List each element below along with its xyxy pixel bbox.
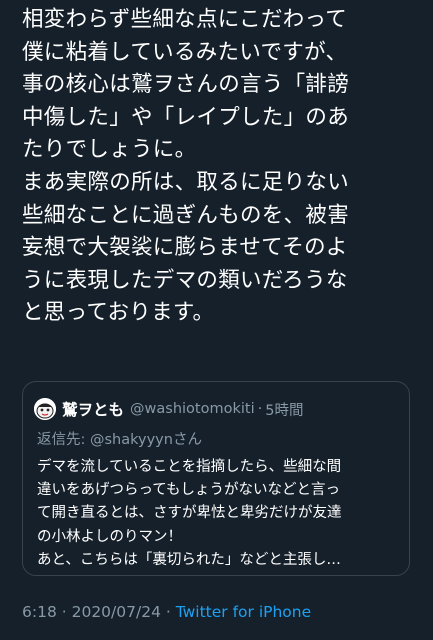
- tweet-text-line: まあ実際の所は、取るに足りない: [22, 169, 350, 195]
- separator-dot: ·: [56, 603, 72, 621]
- tweet-date[interactable]: 2020/07/24: [72, 603, 161, 621]
- quoted-author-handle: @washiotomokiti: [130, 401, 255, 417]
- tweet-text-line: 相変わらず些細な点にこだわって: [22, 7, 348, 32]
- tweet-text-line: 些細なことに過ぎんものを、被害: [22, 202, 350, 228]
- quoted-tweet-header: 鷲ヲとも @washiotomokiti · 5時間: [34, 396, 303, 422]
- tweet-text-line: 僕に粘着しているみたいですが、: [22, 39, 348, 65]
- tweet-text-line: 妄想で大袈裟に膨らませてそのよ: [22, 235, 348, 261]
- tweet-text-line: 事の核心は鷲ヲさんの言う「誹謗: [22, 72, 350, 98]
- quoted-text-line: あと、こちらは「裏切られた」などと主張し…: [37, 551, 341, 568]
- reply-to-mention[interactable]: @shakyyynさん: [90, 432, 202, 448]
- quoted-text-line: 違いをあげつらってもしょうがないなどと言っ: [37, 482, 341, 499]
- tweet-text-line: と思っております。: [22, 300, 215, 326]
- quoted-tweet-text: デマを流していることを指摘したら、些細な間 違いをあげつらってもしょうがないなど…: [37, 456, 405, 572]
- quoted-tweet-time: 5時間: [265, 402, 304, 419]
- tweet-text: 相変わらず些細な点にこだわって 僕に粘着しているみたいですが、 事の核心は鷲ヲさ…: [22, 4, 422, 330]
- quoted-text-line: の小林よしのりマン！: [37, 528, 182, 545]
- avatar-face-icon[interactable]: [34, 398, 56, 420]
- tweet-time[interactable]: 6:18: [22, 603, 57, 621]
- separator-dot: ·: [160, 603, 176, 621]
- tweet-source-link[interactable]: Twitter for iPhone: [176, 603, 311, 621]
- tweet-text-line: 中傷した」や「レイプした」のあ: [22, 104, 350, 130]
- quoted-text-line: て開き直るとは、さすが卑怯と卑劣だけが友達: [37, 505, 342, 522]
- tweet-meta: 6:18 · 2020/07/24 · Twitter for iPhone: [22, 603, 311, 621]
- tweet-text-line: たりでしょうに。: [22, 137, 197, 163]
- reply-to-prefix: 返信先:: [37, 432, 90, 448]
- reply-to-line: 返信先: @shakyyynさん: [37, 428, 202, 449]
- quoted-text-line: デマを流していることを指摘したら、些細な間: [37, 459, 342, 475]
- quoted-author-name[interactable]: 鷲ヲとも: [62, 398, 124, 420]
- tweet-text-line: うに表現したデマの類いだろうな: [22, 267, 348, 293]
- quoted-tweet-card[interactable]: 鷲ヲとも @washiotomokiti · 5時間 返信先: @shakyyy…: [22, 381, 410, 576]
- separator-dot: ·: [257, 401, 263, 417]
